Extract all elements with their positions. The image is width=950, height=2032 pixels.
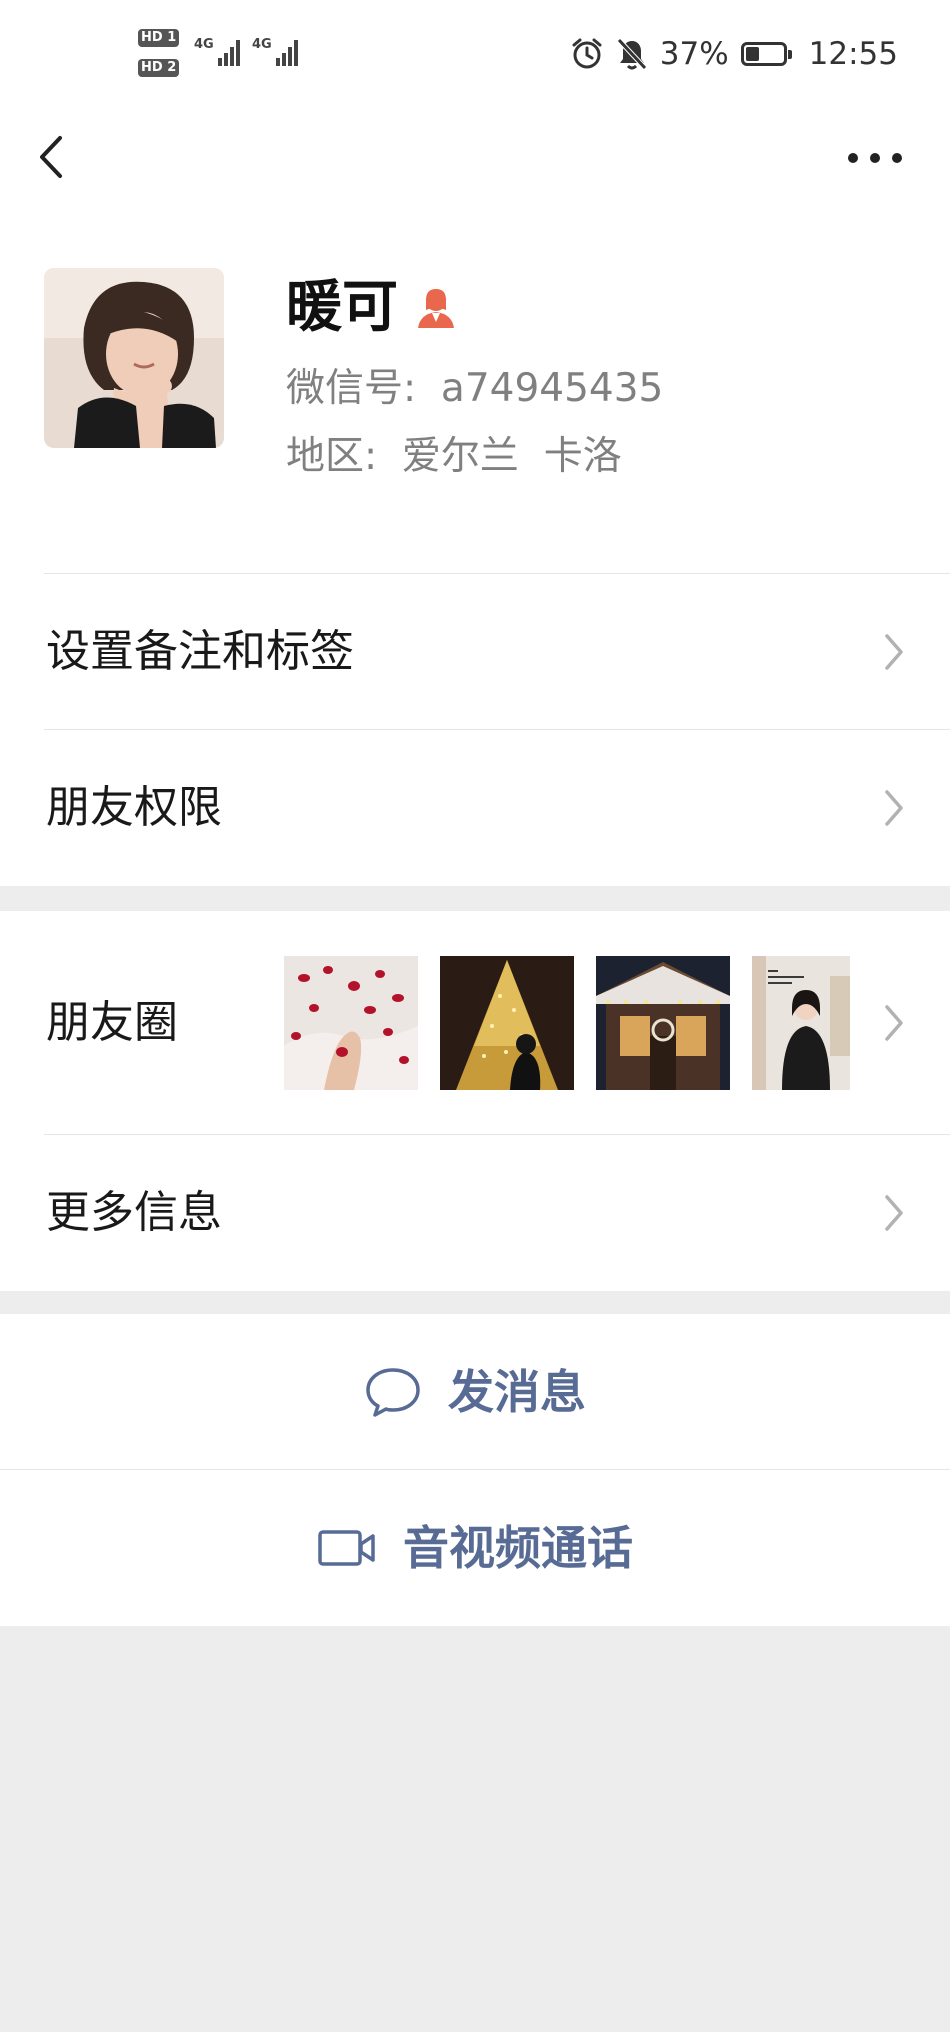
more-info-label: 更多信息	[46, 1187, 222, 1238]
alarm-icon	[572, 38, 602, 69]
moments-photo	[752, 956, 850, 1090]
moments-thumbnails	[284, 956, 850, 1090]
nav-bar	[0, 110, 950, 200]
battery-icon	[740, 42, 792, 66]
svg-text:4G: 4G	[252, 37, 272, 52]
avatar[interactable]	[44, 268, 224, 448]
chevron-right-icon	[885, 1005, 903, 1041]
profile-name: 暖可	[286, 275, 398, 340]
clock: 12:55	[808, 36, 898, 72]
moments-photo	[284, 956, 418, 1090]
more-dots-icon[interactable]	[840, 132, 910, 182]
name-row: 暖可	[286, 276, 458, 340]
moments-label: 朋友圈	[46, 997, 178, 1048]
status-right: 37% 12:55	[570, 32, 898, 76]
video-call-button[interactable]: 音视频通话	[0, 1470, 950, 1626]
send-message-label: 发消息	[448, 1365, 586, 1419]
wechat-id: 微信号: a74945435	[286, 366, 664, 411]
chat-bubble-icon	[366, 1368, 420, 1417]
video-camera-icon	[318, 1530, 375, 1566]
chevron-right-icon	[885, 634, 903, 670]
more-info-cell[interactable]: 更多信息	[0, 1135, 950, 1291]
video-call-label: 音视频通话	[403, 1521, 633, 1575]
send-message-button[interactable]: 发消息	[0, 1314, 950, 1470]
svg-text:4G: 4G	[194, 37, 214, 52]
moments-cell[interactable]: 朋友圈	[0, 911, 950, 1135]
chevron-right-icon	[885, 1195, 903, 1231]
sim2-label: HD 2	[138, 59, 180, 77]
mute-icon	[616, 38, 647, 70]
sim1-indicator: HD 1	[138, 28, 186, 48]
remark-tags-label: 设置备注和标签	[46, 626, 354, 677]
permissions-label: 朋友权限	[46, 782, 222, 833]
signal-1-icon: 4G	[194, 37, 240, 66]
signal-2-icon: 4G	[252, 37, 298, 66]
status-bar: HD 1 HD 2 4G 4G 37% 12:55	[0, 0, 950, 110]
remark-tags-cell[interactable]: 设置备注和标签	[0, 574, 950, 730]
battery-percent: 37%	[659, 36, 729, 72]
sim1-label: HD 1	[138, 29, 180, 47]
region: 地区: 爱尔兰 卡洛	[286, 434, 622, 479]
battery-fill	[745, 47, 759, 61]
sim2-indicator: HD 2	[138, 58, 186, 78]
profile-header: 暖可 微信号: a74945435 地区: 爱尔兰 卡洛	[0, 200, 950, 574]
female-icon	[418, 289, 454, 328]
moments-photo	[440, 956, 574, 1090]
moments-photo	[596, 956, 730, 1090]
permissions-cell[interactable]: 朋友权限	[0, 730, 950, 886]
back-button[interactable]	[28, 132, 78, 182]
chevron-right-icon	[885, 790, 903, 826]
